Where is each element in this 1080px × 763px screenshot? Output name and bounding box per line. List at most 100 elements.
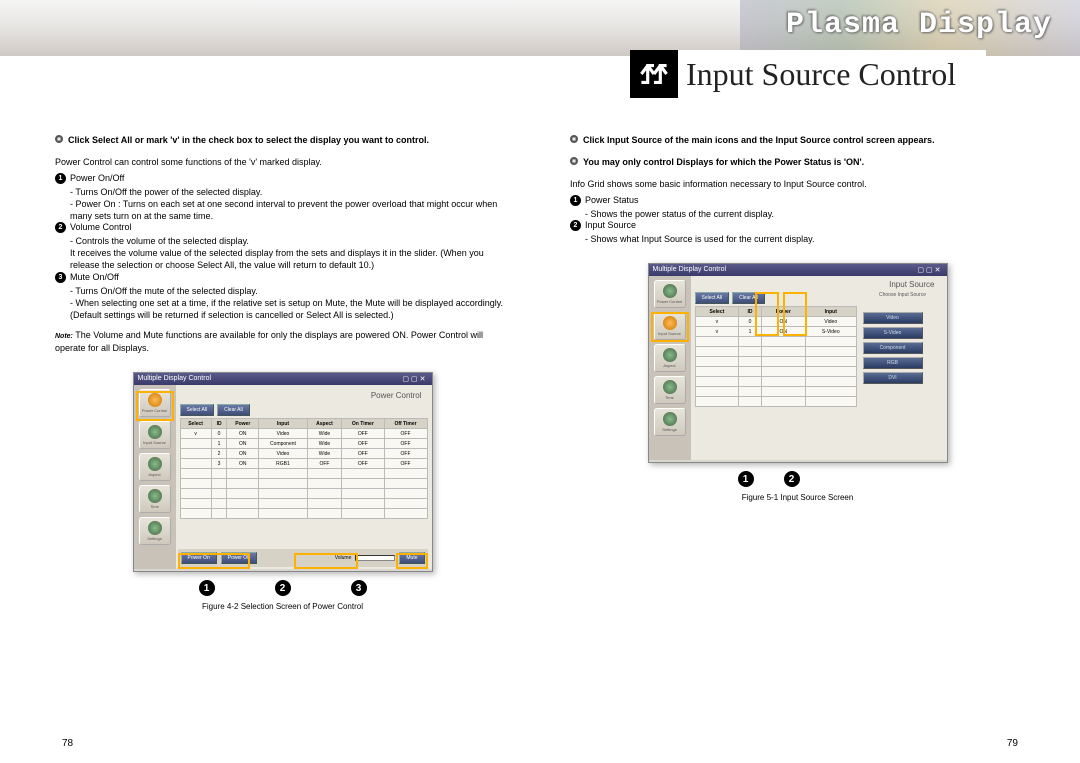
table-cell (307, 489, 341, 499)
table-cell (227, 489, 259, 499)
table-header: Input (806, 307, 856, 317)
section-heading: Input Source Control (630, 50, 986, 98)
select-all-button[interactable]: Select All (695, 292, 730, 304)
source-button[interactable]: Component (863, 342, 923, 354)
source-button[interactable]: Video (863, 312, 923, 324)
table-cell (211, 509, 227, 519)
table-cell (806, 337, 856, 347)
sidebar-button[interactable]: Settings (654, 408, 686, 436)
table-row (180, 509, 427, 519)
table-row: v0ONVideoWideOFFOFF (180, 429, 427, 439)
table-cell: Wide (307, 429, 341, 439)
table-cell (384, 469, 427, 479)
table-cell (761, 347, 805, 357)
window-controls-icon: ▢▢✕ (917, 266, 942, 274)
num-icon: 1 (55, 173, 66, 184)
right-intro: Info Grid shows some basic information n… (570, 178, 1025, 191)
source-button[interactable]: S-Video (863, 327, 923, 339)
table-cell: OFF (384, 429, 427, 439)
sidebar-icon (663, 348, 677, 362)
item-title: Power Status (585, 195, 639, 206)
table-cell (806, 347, 856, 357)
table-cell: v (695, 317, 739, 327)
highlight-box (396, 553, 428, 569)
table-row: 3ONRGB1OFFOFFOFF (180, 459, 427, 469)
table-cell (307, 469, 341, 479)
table-cell (806, 397, 856, 407)
num-icon: 2 (570, 220, 581, 231)
table-cell (211, 489, 227, 499)
select-all-button[interactable]: Select All (180, 404, 215, 416)
table-cell: RGB1 (259, 459, 308, 469)
source-button[interactable]: RGB (863, 357, 923, 369)
sidebar-button[interactable]: Time (654, 376, 686, 404)
sidebar-button[interactable]: Input Source (139, 421, 171, 449)
table-cell (695, 337, 739, 347)
item-line: It receives the volume value of the sele… (70, 247, 510, 271)
mock-window-titlebar: Multiple Display Control ▢▢✕ (649, 264, 947, 276)
item-title: Input Source (585, 220, 636, 231)
table-row (695, 367, 856, 377)
highlight-box (651, 312, 689, 342)
right-column: Click Input Source of the main icons and… (570, 134, 1025, 611)
callouts-row: 1 2 3 (133, 580, 433, 596)
source-button[interactable]: DVI (863, 372, 923, 384)
mock-window-input: Multiple Display Control ▢▢✕ Power Contr… (648, 263, 948, 463)
right-note1-text: Click Input Source of the main icons and… (583, 134, 935, 146)
sidebar-icon (148, 489, 162, 503)
table-header: Aspect (307, 419, 341, 429)
item-title: Mute On/Off (70, 272, 119, 283)
table-row: 2ONVideoWideOFFOFF (180, 449, 427, 459)
sidebar-button[interactable]: Settings (139, 517, 171, 545)
numbered-item: 1Power Status (570, 195, 1025, 206)
sidebar-button[interactable]: Aspect (654, 344, 686, 372)
table-row (695, 357, 856, 367)
item-line: - Shows what Input Source is used for th… (585, 233, 1025, 245)
table-cell (384, 509, 427, 519)
sidebar-button[interactable]: Power Control (654, 280, 686, 308)
callout-3: 3 (351, 580, 367, 596)
note-label: Note: (55, 333, 73, 340)
table-cell (180, 469, 211, 479)
sidebar-button[interactable]: Aspect (139, 453, 171, 481)
table-cell (259, 499, 308, 509)
table-row: 1ONComponentWideOFFOFF (180, 439, 427, 449)
table-cell: OFF (342, 449, 384, 459)
figure-right: Multiple Display Control ▢▢✕ Power Contr… (648, 263, 948, 502)
table-cell (180, 449, 211, 459)
callout-1: 1 (199, 580, 215, 596)
table-cell (806, 387, 856, 397)
table-cell (739, 357, 761, 367)
table-cell (695, 377, 739, 387)
table-cell (695, 347, 739, 357)
window-controls-icon: ▢▢✕ (402, 375, 427, 383)
table-cell: 1 (211, 439, 227, 449)
page-number-left: 78 (62, 738, 73, 749)
table-cell: OFF (342, 429, 384, 439)
table-cell: 2 (211, 449, 227, 459)
clear-all-button[interactable]: Clear All (217, 404, 250, 416)
source-panel: Choose Input Source VideoS-VideoComponen… (863, 280, 943, 456)
figure-left: Multiple Display Control ▢▢✕ Power Contr… (133, 372, 433, 611)
right-note2: You may only control Displays for which … (570, 156, 1025, 168)
volume-slider[interactable] (355, 555, 395, 561)
table-row (695, 377, 856, 387)
left-column: Click Select All or mark 'v' in the chec… (55, 134, 510, 611)
table-cell (695, 367, 739, 377)
right-note2-text: You may only control Displays for which … (583, 156, 864, 168)
table-cell (739, 367, 761, 377)
table-cell (695, 357, 739, 367)
highlight-box (136, 391, 174, 421)
screen-label: Input Source (883, 278, 940, 291)
bullet-icon (570, 135, 578, 143)
table-row (695, 397, 856, 407)
table-row (180, 499, 427, 509)
numbered-item: 2Volume Control (55, 222, 510, 233)
sidebar-button[interactable]: Time (139, 485, 171, 513)
num-icon: 3 (55, 272, 66, 283)
table-cell: Wide (307, 449, 341, 459)
numbered-item: 3 Mute On/Off (55, 272, 510, 283)
footnote-text: The Volume and Mute functions are availa… (55, 330, 483, 353)
numbered-item: 2 Input Source (570, 220, 1025, 231)
callout-1: 1 (738, 471, 754, 487)
